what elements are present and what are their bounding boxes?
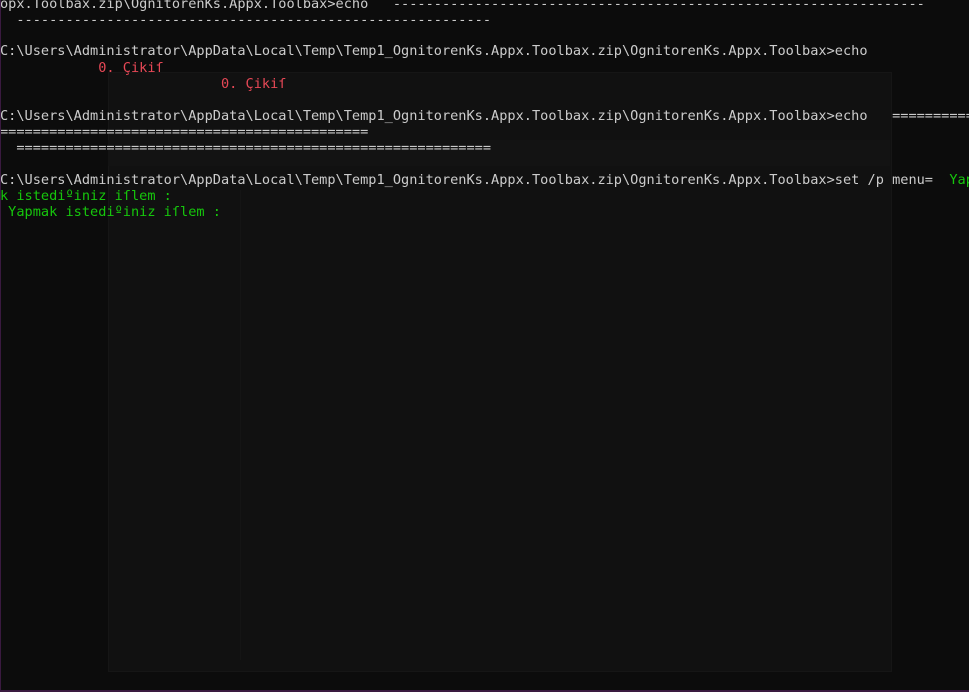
console-line-red: 0. Çikiſ <box>0 76 287 92</box>
console-window[interactable]: opx.Toolbax.zip\OgnitorenKs.Appx.Toolbax… <box>0 0 969 692</box>
console-line: ----------------------------------------… <box>0 12 492 28</box>
console-line: C:\Users\Administrator\AppData\Local\Tem… <box>0 108 969 124</box>
console-prompt-line: C:\Users\Administrator\AppData\Local\Tem… <box>0 172 969 188</box>
console-line: C:\Users\Administrator\AppData\Local\Tem… <box>0 43 868 59</box>
console-line-green: k istediºiniz iſlem : <box>0 188 172 204</box>
console-line-red: 0. Çikiſ <box>0 60 164 76</box>
console-input-line[interactable]: Yapmak istediºiniz iſlem : <box>0 204 221 220</box>
console-line: ========================================… <box>0 124 369 140</box>
prompt-command: C:\Users\Administrator\AppData\Local\Tem… <box>0 172 933 188</box>
background-explorer-nav-pane <box>130 190 241 660</box>
window-border-left <box>0 0 1 692</box>
console-line: opx.Toolbax.zip\OgnitorenKs.Appx.Toolbax… <box>0 0 925 12</box>
console-line: ========================================… <box>0 140 492 156</box>
prompt-tail: Yapma <box>949 172 969 188</box>
